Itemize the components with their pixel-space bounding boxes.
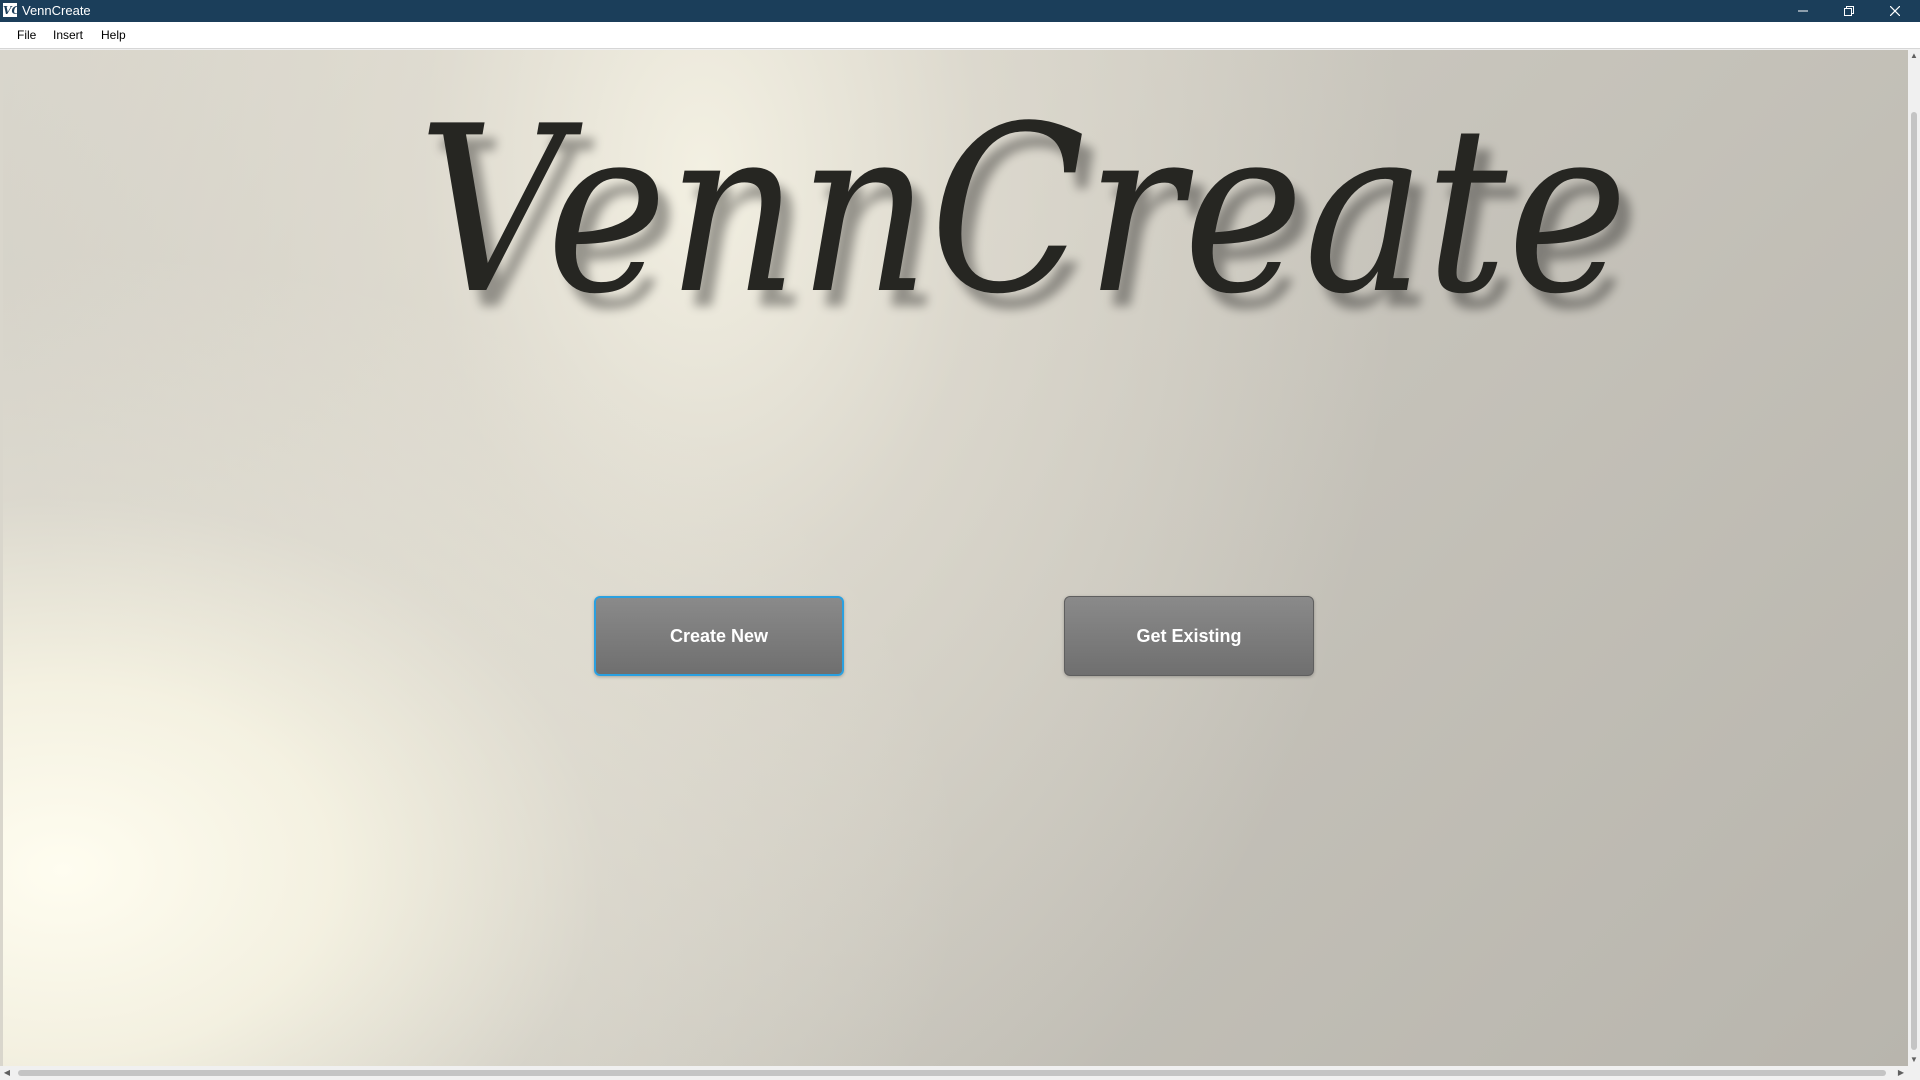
close-icon <box>1890 6 1900 16</box>
horizontal-scrollbar[interactable]: ◀ ▶ <box>0 1066 1908 1080</box>
scroll-corner <box>1908 1066 1920 1080</box>
vertical-scrollbar[interactable]: ▲ ▼ <box>1908 50 1920 1066</box>
close-button[interactable] <box>1872 0 1918 22</box>
main-content: VennCreate Create New Get Existing <box>3 50 1908 1066</box>
app-window: VC VennCreate File Insert Help VennCreat… <box>0 0 1920 1080</box>
restore-button[interactable] <box>1826 0 1872 22</box>
arrow-up-icon[interactable]: ▲ <box>1908 50 1920 62</box>
logo-text: VennCreate <box>418 78 1628 345</box>
menu-insert[interactable]: Insert <box>50 27 86 43</box>
menu-file[interactable]: File <box>14 27 39 43</box>
arrow-right-icon[interactable]: ▶ <box>1894 1066 1908 1080</box>
menu-bar: File Insert Help <box>0 22 1920 49</box>
horizontal-scroll-thumb[interactable] <box>18 1070 1886 1076</box>
get-existing-button[interactable]: Get Existing <box>1064 596 1314 676</box>
menu-help[interactable]: Help <box>98 27 129 43</box>
app-icon: VC <box>2 2 21 18</box>
window-title: VennCreate <box>22 3 91 18</box>
arrow-left-icon[interactable]: ◀ <box>0 1066 14 1080</box>
arrow-down-icon[interactable]: ▼ <box>1908 1054 1920 1066</box>
title-bar[interactable]: VC VennCreate <box>0 0 1920 22</box>
vertical-scroll-thumb[interactable] <box>1911 112 1917 1050</box>
app-logo: VennCreate <box>418 78 1628 345</box>
restore-icon <box>1844 6 1854 16</box>
minimize-button[interactable] <box>1780 0 1826 22</box>
create-new-button[interactable]: Create New <box>594 596 844 676</box>
minimize-icon <box>1798 6 1808 16</box>
